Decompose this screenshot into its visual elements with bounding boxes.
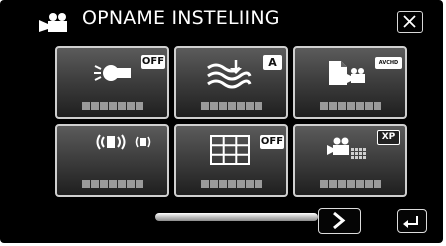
video-quality-icon (327, 137, 366, 159)
settings-screen: OPNAME INSTELIING OFF A AVCHD OFF XP (0, 0, 443, 243)
tile-wind-filter[interactable]: A (174, 46, 288, 119)
label-placeholder (320, 102, 381, 110)
header: OPNAME INSTELIING (0, 0, 443, 38)
close-button[interactable] (397, 11, 423, 33)
label-placeholder (82, 102, 143, 110)
light-bulb-icon (94, 65, 131, 81)
return-arrow-icon (403, 216, 418, 228)
settings-grid: OFF A AVCHD OFF XP (55, 46, 408, 198)
tile-light[interactable]: OFF (55, 46, 169, 119)
tile-record-format[interactable]: AVCHD (293, 46, 407, 119)
tile-grid-display[interactable]: OFF (174, 124, 288, 197)
label-placeholder (201, 180, 262, 188)
image-stabilizer-icon (96, 134, 151, 150)
video-quality-badge: XP (377, 130, 400, 145)
record-format-badge: AVCHD (375, 57, 402, 69)
wind-filter-icon (207, 60, 252, 89)
grid-icon (210, 135, 250, 165)
next-page-button[interactable] (318, 208, 361, 234)
label-placeholder (320, 180, 381, 188)
back-button[interactable] (397, 209, 427, 233)
chevron-right-icon (333, 211, 346, 230)
tile-video-quality[interactable]: XP (293, 124, 407, 197)
page-title: OPNAME INSTELIING (82, 7, 280, 29)
grid-status-badge: OFF (260, 135, 284, 149)
tile-image-stabilizer[interactable] (55, 124, 169, 197)
record-format-icon (329, 61, 365, 85)
wind-filter-badge: A (263, 55, 282, 70)
light-status-badge: OFF (141, 55, 165, 69)
page-scrollbar[interactable] (155, 213, 318, 221)
close-icon (403, 15, 416, 28)
video-camera-icon (39, 13, 67, 32)
label-placeholder (201, 102, 262, 110)
label-placeholder (82, 180, 143, 188)
